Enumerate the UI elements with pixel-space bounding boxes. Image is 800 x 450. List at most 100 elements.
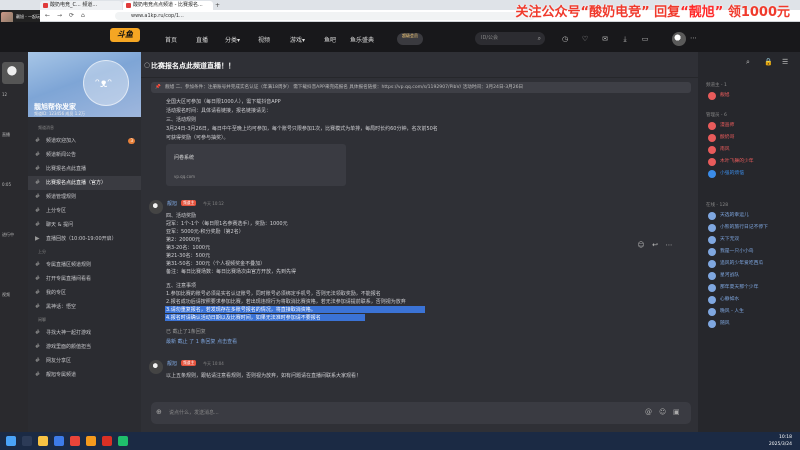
nav-festival[interactable]: 鱼乐盛典 — [350, 35, 374, 44]
sidebar-item[interactable]: # 比赛报名点此直播 — [28, 162, 141, 176]
sidebar-item[interactable]: # 网友分享区 — [28, 354, 141, 368]
menu-icon[interactable]: ☰ — [782, 58, 788, 66]
channel-main: ○ 比赛报名点此频道直播！！ 📌 靓旭 二、参加条件：注册账号并完成实名认证（年… — [141, 52, 698, 432]
hash-icon: # — [35, 193, 41, 200]
app-icon[interactable] — [86, 436, 96, 446]
system-clock[interactable]: 10:18 2025/3/24 — [769, 434, 792, 448]
app-icon[interactable] — [118, 436, 128, 446]
nav-category[interactable]: 分类▾ — [225, 35, 240, 44]
sidebar-item[interactable]: # 频道欢迎加入 3 — [28, 134, 141, 148]
post-text: 第2：20000元 — [166, 237, 201, 243]
browser-tab-active[interactable]: 酸奶电竞点点频道 - 比赛报名... — [123, 1, 213, 10]
group-header[interactable]: 频道消息 — [28, 122, 141, 134]
back-icon[interactable]: ← — [45, 12, 50, 20]
browser-icon[interactable] — [54, 436, 64, 446]
member-name: 小强的烦恼 — [720, 171, 744, 176]
link-card[interactable]: 问卷系统 vp.qq.com — [166, 144, 346, 186]
group-header[interactable]: 闲聊 — [28, 314, 141, 326]
post-text: 第3-20名：1000元 — [166, 245, 211, 251]
site-logo[interactable]: 斗鱼 — [110, 28, 140, 42]
nav-live[interactable]: 直播 — [196, 35, 208, 44]
message-icon[interactable]: ✉ — [600, 34, 610, 44]
more-icon[interactable]: ⋯ — [664, 240, 674, 250]
sidebar-item[interactable]: # 聊天 & 提问 — [28, 218, 141, 232]
post-text: 第21-30名：500元 — [166, 253, 211, 259]
sidebar-item[interactable]: # 频道新闻公告 — [28, 148, 141, 162]
avatar — [708, 158, 716, 166]
group-header[interactable]: 上分 — [28, 246, 141, 258]
user-avatar[interactable] — [672, 32, 686, 46]
post-text: 第31-50名：300元（个人视频奖金不叠加） — [166, 261, 266, 267]
lock-icon[interactable]: 🔒 — [764, 58, 773, 66]
reply-icon[interactable]: ↩ — [650, 240, 660, 250]
download-icon[interactable]: ⤓ — [620, 34, 630, 44]
search-icon[interactable] — [22, 436, 32, 446]
new-tab-icon[interactable]: + — [215, 1, 220, 10]
sidebar-item-active[interactable]: # 比赛报名点此直播（官方） — [28, 176, 141, 190]
avatar[interactable] — [149, 200, 163, 214]
sidebar-item[interactable]: # 靓旭专属频道 — [28, 368, 141, 382]
app-icon[interactable] — [70, 436, 80, 446]
search-icon[interactable]: ⌕ — [538, 32, 541, 45]
emoji-icon[interactable]: ☺ — [659, 408, 666, 416]
streamer-name: 靓旭 - 一起玩 — [16, 14, 40, 19]
post-text: 三、活动规则 — [166, 117, 197, 123]
sidebar-item[interactable]: # 频道管理规则 — [28, 190, 141, 204]
member-panel: ⌕ 🔒 ☰ 频道主 - 1 管理员 - 6 在线 - 128 靓旭 漫画师 酸奶哥南… — [698, 52, 800, 432]
nav-home[interactable]: 首页 — [165, 35, 177, 44]
start-icon[interactable] — [6, 436, 16, 446]
app-icon[interactable] — [102, 436, 112, 446]
hash-icon: # — [35, 289, 41, 296]
hash-icon: # — [35, 261, 41, 268]
vip-badge[interactable]: 超级会员 — [397, 33, 423, 45]
reload-icon[interactable]: ⟳ — [69, 12, 74, 20]
add-icon[interactable]: ⊕ — [156, 408, 162, 416]
sidebar-item[interactable]: # 上分专区 — [28, 204, 141, 218]
favicon-icon — [126, 3, 131, 8]
reply-link[interactable]: 最新 截止 了 1 条回复 点击查看 — [166, 338, 237, 345]
explorer-icon[interactable] — [38, 436, 48, 446]
message-composer: ⊕ @ ☺ ▣ — [151, 402, 691, 424]
overlay-text: 回复 — [654, 5, 681, 20]
overlay-text: 关注公众号 — [515, 5, 581, 20]
avatar — [708, 308, 716, 316]
history-icon[interactable]: ◷ — [560, 34, 570, 44]
forward-icon[interactable]: → — [57, 12, 62, 20]
post-author[interactable]: 靓旭 — [167, 200, 177, 207]
post-text: 四、活动奖励 — [166, 213, 197, 219]
avatar[interactable] — [149, 360, 163, 374]
stream-icon[interactable]: ▭ — [640, 34, 650, 44]
at-icon[interactable]: @ — [645, 408, 652, 416]
hash-icon: # — [35, 207, 41, 214]
post-author[interactable]: 靓旭 — [167, 360, 177, 367]
sidebar-item[interactable]: # 我的专区 — [28, 286, 141, 300]
image-icon[interactable]: ▣ — [673, 408, 680, 416]
more-icon[interactable]: ⋯ — [690, 34, 697, 42]
url-field[interactable]: www.a1kp.ru/cop/1... — [115, 12, 535, 20]
mascot-icon: ᵔᴥᵔ — [83, 60, 129, 106]
search-input[interactable]: ID/公会 ⌕ — [475, 32, 545, 45]
sidebar-item[interactable]: # 专属直播区频道规则 — [28, 258, 141, 272]
post-text: 1.参加比赛的账号必须是实名认证账号，同时账号必须绑定手机号，否则无法领取奖励，… — [166, 291, 381, 297]
sidebar-item[interactable]: # 游戏里面的颜值担当 — [28, 340, 141, 354]
search-icon[interactable]: ⌕ — [746, 58, 750, 67]
sidebar-item[interactable]: # 黑神话：悟空 — [28, 300, 141, 314]
emoji-icon[interactable]: ☺ — [636, 240, 646, 250]
avatar — [2, 62, 24, 84]
post-text: 以上五条规则，跟帖请注意看规则，否则视为放弃，如有问题请在直播间联系大家观看！ — [166, 373, 362, 379]
sidebar-item[interactable]: # 寻找大神一起打游戏 — [28, 326, 141, 340]
nav-fishbar[interactable]: 鱼吧 — [324, 35, 336, 44]
browser-tab[interactable]: 酸奶电竞_C... 频道... — [40, 1, 122, 10]
nav-video[interactable]: 视频 — [258, 35, 270, 44]
home-icon[interactable]: ⌂ — [81, 12, 85, 20]
sidebar-item-label: 聊天 & 提问 — [46, 222, 74, 228]
member-group: 在线 - 128 — [706, 203, 729, 208]
sidebar-item[interactable]: # 打开专属直播间看看 — [28, 272, 141, 286]
nav-games[interactable]: 游戏▾ — [290, 35, 305, 44]
reaction-summary[interactable]: 已 截止了1条回复 — [166, 328, 206, 335]
channel-list: 频道消息 # 频道欢迎加入 3 # 频道新闻公告 # 比赛报名点此直播 # 比赛报名点此直… — [28, 122, 141, 382]
sidebar-item[interactable]: ▶ 直播回放（10:00-19:00开启） — [28, 232, 141, 246]
pinned-notice[interactable]: 📌 靓旭 二、参加条件：注册账号并完成实名认证（年满18周岁） 需下载抖音APP… — [151, 82, 691, 93]
message-input[interactable] — [167, 402, 637, 424]
follow-icon[interactable]: ♡ — [580, 34, 590, 44]
